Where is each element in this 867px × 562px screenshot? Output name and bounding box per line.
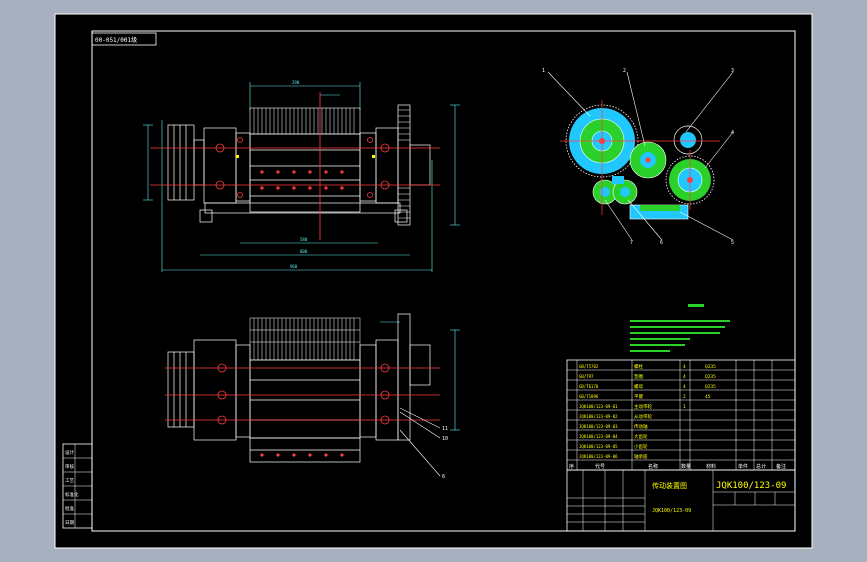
drawing-code-text: 00-051/001级 <box>95 36 137 44</box>
part-name-1: 螺栓 <box>634 363 643 370</box>
header-material: 材料 <box>706 463 716 470</box>
side-callout-3: 3 <box>731 68 734 74</box>
part-code-3: GB/T6170 <box>579 384 599 389</box>
part-qty-5: 1 <box>683 404 686 410</box>
part-code-10: JQK100/123-09-06 <box>579 454 618 459</box>
sig-label-5: 批准 <box>65 505 74 512</box>
part-name-7: 传动轴 <box>634 423 648 430</box>
side-callout-2: 2 <box>623 68 626 74</box>
part-qty-2: 4 <box>683 374 686 380</box>
side-callout-1: 1 <box>542 68 545 74</box>
sig-label-1: 设计 <box>65 449 74 456</box>
header-no: 序 <box>569 463 574 470</box>
part-qty-4: 2 <box>683 394 686 400</box>
part-code-5: JQK100/123-09-01 <box>579 404 618 409</box>
side-callout-6: 6 <box>660 240 663 246</box>
sig-label-4: 标准化 <box>65 491 79 498</box>
dim-text-total: 960 <box>290 264 298 269</box>
part-name-8: 大齿轮 <box>634 433 648 440</box>
part-code-1: GB/T5782 <box>579 364 599 369</box>
side-callout-4: 4 <box>731 130 734 136</box>
drawing-number-small: JQK100/123-09 <box>652 508 691 514</box>
part-code-9: JQK100/123-09-05 <box>579 444 618 449</box>
drawing-sheet <box>54 13 813 549</box>
cad-drawing-canvas: 00-051/001级 设计 审核 工艺 标准化 批准 日期 290 960 8… <box>54 13 813 549</box>
part-name-2: 垫圈 <box>634 373 643 380</box>
header-unit: 单件 <box>738 463 748 470</box>
side-callout-5: 5 <box>731 240 734 246</box>
sig-label-6: 日期 <box>65 520 74 526</box>
part-name-9: 小齿轮 <box>634 443 648 450</box>
part-qty-3: 4 <box>683 384 686 390</box>
header-qty: 数量 <box>681 463 691 470</box>
part-code-2: GB/T97 <box>579 374 594 379</box>
part-name-4: 平键 <box>634 393 643 400</box>
part-code-4: GB/T1096 <box>579 394 599 399</box>
part-code-8: JQK100/123-09-04 <box>579 434 618 439</box>
header-remarks: 备注 <box>776 463 786 470</box>
idler-gear <box>629 141 667 179</box>
part-name-5: 主动带轮 <box>634 403 652 410</box>
part-name-10: 轴承座 <box>634 453 648 460</box>
part-qty-1: 4 <box>683 364 686 370</box>
part-code-6: JQK100/123-09-02 <box>579 414 618 419</box>
part-name-3: 螺母 <box>634 383 643 390</box>
drawing-title: 传动装置图 <box>652 481 687 490</box>
side-callout-7: 7 <box>630 240 633 246</box>
plan-callout-11: 11 <box>442 426 448 432</box>
plan-callout-6: 6 <box>442 474 445 480</box>
part-mat-3: Q235 <box>705 384 716 390</box>
plan-callout-10: 10 <box>442 436 448 442</box>
header-code: 代号 <box>595 463 605 470</box>
part-mat-2: Q235 <box>705 374 716 380</box>
sig-label-2: 审核 <box>65 463 74 470</box>
drawing-number: JQK100/123-09 <box>716 481 786 491</box>
dim-text-mid: 800 <box>300 249 308 254</box>
part-code-7: JQK100/123-09-03 <box>579 424 618 429</box>
header-name: 名称 <box>648 463 658 470</box>
header-total: 总计 <box>756 463 766 470</box>
sig-label-3: 工艺 <box>65 478 74 484</box>
part-mat-1: Q235 <box>705 364 716 370</box>
dim-text-top: 290 <box>292 80 300 85</box>
dim-text-inner: 580 <box>300 237 308 242</box>
part-name-6: 从动带轮 <box>634 413 652 420</box>
part-mat-4: 45 <box>705 394 711 400</box>
